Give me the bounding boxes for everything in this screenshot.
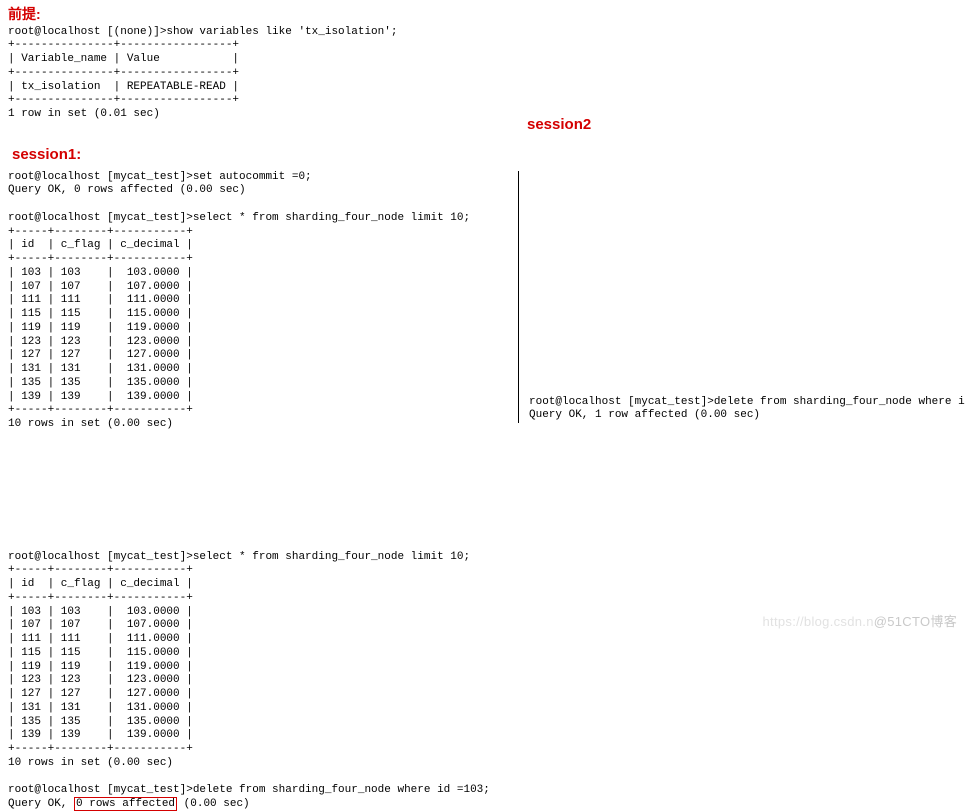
table-row: | 135 | 135 | 135.0000 |	[8, 377, 193, 389]
table-row: | 115 | 115 | 115.0000 |	[8, 308, 193, 320]
table-row: | 139 | 139 | 139.0000 |	[8, 391, 193, 403]
table-row: | 119 | 119 | 119.0000 |	[8, 661, 193, 673]
premise-header: | Variable_name | Value |	[8, 53, 239, 65]
s2-delete-cmd: root@localhost [mycat_test]>delete from …	[529, 396, 965, 408]
sep: +---------------+-----------------+	[8, 94, 239, 106]
table-row: | 127 | 127 | 127.0000 |	[8, 349, 193, 361]
premise-prompt: root@localhost [(none)]>show variables l…	[8, 26, 397, 38]
table-row: | 103 | 103 | 103.0000 |	[8, 267, 193, 279]
table-row: | 127 | 127 | 127.0000 |	[8, 688, 193, 700]
table-row: | 111 | 111 | 111.0000 |	[8, 633, 193, 645]
s2-delete-res: Query OK, 1 row affected (0.00 sec)	[529, 409, 760, 421]
sep: +-----+--------+-----------+	[8, 592, 193, 604]
table-row: | 139 | 139 | 139.0000 |	[8, 729, 193, 741]
table-row: | 123 | 123 | 123.0000 |	[8, 336, 193, 348]
table-row: | 107 | 107 | 107.0000 |	[8, 281, 193, 293]
s1b-select-cmd: root@localhost [mycat_test]>select * fro…	[8, 551, 470, 563]
session1-heading: session1:	[12, 146, 957, 165]
premise-footer: 1 row in set (0.01 sec)	[8, 108, 160, 120]
s1b-tbl-header: | id | c_flag | c_decimal |	[8, 578, 193, 590]
s1-autocommit-cmd: root@localhost [mycat_test]>set autocomm…	[8, 171, 312, 183]
sep: +-----+--------+-----------+	[8, 743, 193, 755]
session2-heading: session2	[527, 116, 591, 135]
watermark-left: https://blog.csdn.n	[763, 614, 874, 629]
table-row: | 103 | 103 | 103.0000 |	[8, 606, 193, 618]
sep: +-----+--------+-----------+	[8, 226, 193, 238]
sep: +---------------+-----------------+	[8, 67, 239, 79]
s1-select-cmd: root@localhost [mycat_test]>select * fro…	[8, 212, 470, 224]
table-row: | 131 | 131 | 131.0000 |	[8, 363, 193, 375]
premise-heading: 前提:	[8, 6, 957, 24]
s1b-delete-res-suffix: (0.00 sec)	[177, 798, 250, 810]
session2-block: root@localhost [mycat_test]>delete from …	[529, 396, 965, 424]
sep: +-----+--------+-----------+	[8, 253, 193, 265]
s1-autocommit-res: Query OK, 0 rows affected (0.00 sec)	[8, 184, 246, 196]
s1b-delete-cmd: root@localhost [mycat_test]>delete from …	[8, 784, 490, 796]
s1b-delete-res-prefix: Query OK,	[8, 798, 74, 810]
s1-tbl-header: | id | c_flag | c_decimal |	[8, 239, 193, 251]
table-row: | 135 | 135 | 135.0000 |	[8, 716, 193, 728]
table-row: | 119 | 119 | 119.0000 |	[8, 322, 193, 334]
table-row: | 131 | 131 | 131.0000 |	[8, 702, 193, 714]
s1b-tbl-footer: 10 rows in set (0.00 sec)	[8, 757, 173, 769]
session1b-block: root@localhost [mycat_test]>select * fro…	[8, 551, 957, 812]
sep: +-----+--------+-----------+	[8, 404, 193, 416]
table-row: | 115 | 115 | 115.0000 |	[8, 647, 193, 659]
sep: +-----+--------+-----------+	[8, 564, 193, 576]
premise-block: root@localhost [(none)]>show variables l…	[8, 26, 957, 122]
table-row: | 111 | 111 | 111.0000 |	[8, 294, 193, 306]
watermark-right: @51CTO博客	[874, 614, 957, 629]
session1-block: root@localhost [mycat_test]>set autocomm…	[8, 171, 518, 432]
premise-row: | tx_isolation | REPEATABLE-READ |	[8, 81, 239, 93]
sep: +---------------+-----------------+	[8, 39, 239, 51]
s1-tbl-footer: 10 rows in set (0.00 sec)	[8, 418, 173, 430]
table-row: | 107 | 107 | 107.0000 |	[8, 619, 193, 631]
watermark: https://blog.csdn.n@51CTO博客	[763, 614, 957, 630]
table-row: | 123 | 123 | 123.0000 |	[8, 674, 193, 686]
highlighted-result: 0 rows affected	[74, 797, 177, 811]
